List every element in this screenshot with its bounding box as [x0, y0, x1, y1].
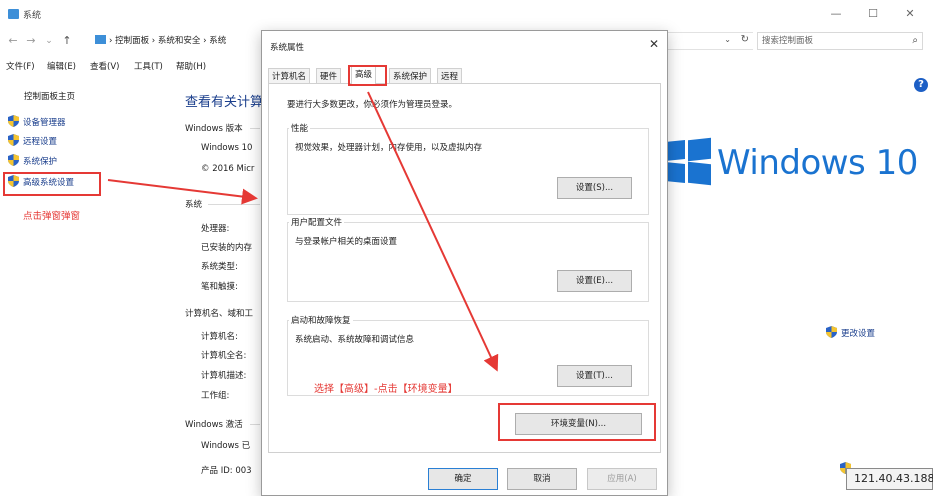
dialog-close-button[interactable]: ✕ — [649, 37, 659, 51]
tab-panel-advanced: 要进行大多数更改，你必须作为管理员登录。 性能 视觉效果，处理器计划，内存使用，… — [268, 83, 661, 453]
uac-shield-icon — [8, 115, 19, 127]
uac-shield-icon — [826, 326, 837, 338]
system-type-label: 系统类型: — [201, 262, 238, 272]
computer-name-label: 计算机名: — [201, 332, 238, 342]
startup-recovery-description: 系统启动、系统故障和调试信息 — [295, 335, 415, 345]
uac-shield-icon — [8, 134, 19, 146]
page-title: 查看有关计算 — [185, 95, 264, 110]
menu-tools[interactable]: 工具(T) — [134, 60, 163, 72]
performance-description: 视觉效果，处理器计划，内存使用，以及虚拟内存 — [295, 143, 483, 153]
sidebar-item-label: 设备管理器 — [23, 118, 66, 128]
computer-name-heading: 计算机名、域和工 — [185, 309, 254, 319]
processor-label: 处理器: — [201, 224, 230, 234]
windows-logo-icon — [665, 137, 711, 186]
tab-remote[interactable]: 远程 — [437, 68, 463, 84]
address-field-end: ⌄ ↻ — [668, 32, 753, 50]
system-heading: 系统 — [185, 200, 203, 210]
windows-10-wordmark: Windows 10 — [717, 143, 918, 183]
refresh-button[interactable]: ↻ — [741, 34, 749, 45]
recent-dropdown-button[interactable]: ⌄ — [42, 33, 56, 49]
user-profiles-label: 用户配置文件 — [289, 216, 345, 228]
uac-shield-icon — [8, 154, 19, 166]
full-computer-name-label: 计算机全名: — [201, 351, 247, 361]
change-settings-label: 更改设置 — [841, 329, 876, 339]
menu-file[interactable]: 文件(F) — [6, 60, 35, 72]
startup-recovery-settings-button[interactable]: 设置(T)... — [557, 365, 632, 387]
change-settings-link[interactable]: 更改设置 — [826, 326, 875, 339]
sidebar-item-label: 系统保护 — [23, 157, 58, 167]
cancel-button[interactable]: 取消 — [507, 468, 577, 490]
forward-button[interactable]: → — [24, 33, 38, 49]
breadcrumb-path: › 控制面板 › 系统和安全 › 系统 — [109, 36, 227, 46]
control-panel-home-link[interactable]: 控制面板主页 — [24, 90, 75, 102]
user-profiles-settings-button[interactable]: 设置(E)... — [557, 270, 632, 292]
user-profiles-description: 与登录帐户相关的桌面设置 — [295, 237, 398, 247]
maximize-button[interactable]: ☐ — [863, 6, 883, 22]
performance-label: 性能 — [289, 122, 311, 134]
computer-description-label: 计算机描述: — [201, 371, 247, 381]
section-divider — [208, 204, 260, 205]
tab-system-protection[interactable]: 系统保护 — [389, 68, 432, 84]
system-properties-dialog: 系统属性 ✕ 计算机名 硬件 高级 系统保护 远程 要进行大多数更改，你必须作为… — [261, 30, 668, 496]
annotation-tab-highlight — [348, 65, 387, 86]
apply-button[interactable]: 应用(A) — [587, 468, 657, 490]
section-divider — [250, 128, 260, 129]
system-icon — [8, 9, 19, 19]
dialog-title: 系统属性 — [270, 43, 305, 53]
ram-label: 已安装的内存 — [201, 243, 253, 253]
section-divider — [250, 424, 260, 425]
search-input[interactable]: 搜索控制面板 ⌕ — [757, 32, 923, 50]
breadcrumb[interactable]: › 控制面板 › 系统和安全 › 系统 — [95, 32, 265, 50]
windows-edition-value: Windows 10 — [201, 143, 253, 153]
windows-edition-heading: Windows 版本 — [185, 124, 243, 134]
menu-view[interactable]: 查看(V) — [90, 60, 119, 72]
pen-touch-label: 笔和触摸: — [201, 282, 238, 292]
menu-help[interactable]: 帮助(H) — [176, 60, 206, 72]
title-bar: 系统 — ☐ ✕ — [0, 0, 933, 28]
annotation-note: 点击弹窗弹窗 — [23, 211, 81, 222]
control-panel-icon — [95, 35, 106, 44]
window-title: 系统 — [23, 11, 42, 21]
back-button[interactable]: ← — [6, 33, 20, 49]
ok-button[interactable]: 确定 — [428, 468, 498, 490]
activation-heading: Windows 激活 — [185, 420, 243, 430]
sidebar-item-label: 远程设置 — [23, 137, 58, 147]
address-dropdown-button[interactable]: ⌄ — [724, 35, 731, 44]
annotation-highlight-box — [3, 172, 101, 196]
menu-edit[interactable]: 编辑(E) — [47, 60, 76, 72]
tab-hardware[interactable]: 硬件 — [316, 68, 342, 84]
up-button[interactable]: ↑ — [60, 33, 74, 49]
startup-recovery-label: 启动和故障恢复 — [289, 314, 353, 326]
product-id: 产品 ID: 003 — [201, 466, 252, 476]
performance-settings-button[interactable]: 设置(S)... — [557, 177, 632, 199]
admin-note: 要进行大多数更改，你必须作为管理员登录。 — [287, 100, 458, 110]
sidebar-item-device-manager[interactable]: 设备管理器 — [8, 115, 66, 131]
search-placeholder: 搜索控制面板 — [762, 36, 814, 46]
help-icon[interactable]: ? — [914, 78, 928, 92]
sidebar-item-system-protection[interactable]: 系统保护 — [8, 154, 57, 170]
search-icon[interactable]: ⌕ — [912, 33, 918, 49]
minimize-button[interactable]: — — [826, 6, 846, 22]
annotation-instruction: 选择【高级】-点击【环境变量】 — [314, 384, 458, 395]
ip-address-tooltip: 121.40.43.188 — [846, 468, 933, 490]
tab-computer-name[interactable]: 计算机名 — [268, 68, 311, 84]
sidebar-item-remote-settings[interactable]: 远程设置 — [8, 134, 57, 150]
copyright-text: © 2016 Micr — [201, 164, 255, 174]
annotation-env-highlight — [498, 403, 656, 441]
close-button[interactable]: ✕ — [900, 6, 920, 22]
activation-status: Windows 已 — [201, 441, 251, 451]
workgroup-label: 工作组: — [201, 391, 230, 401]
